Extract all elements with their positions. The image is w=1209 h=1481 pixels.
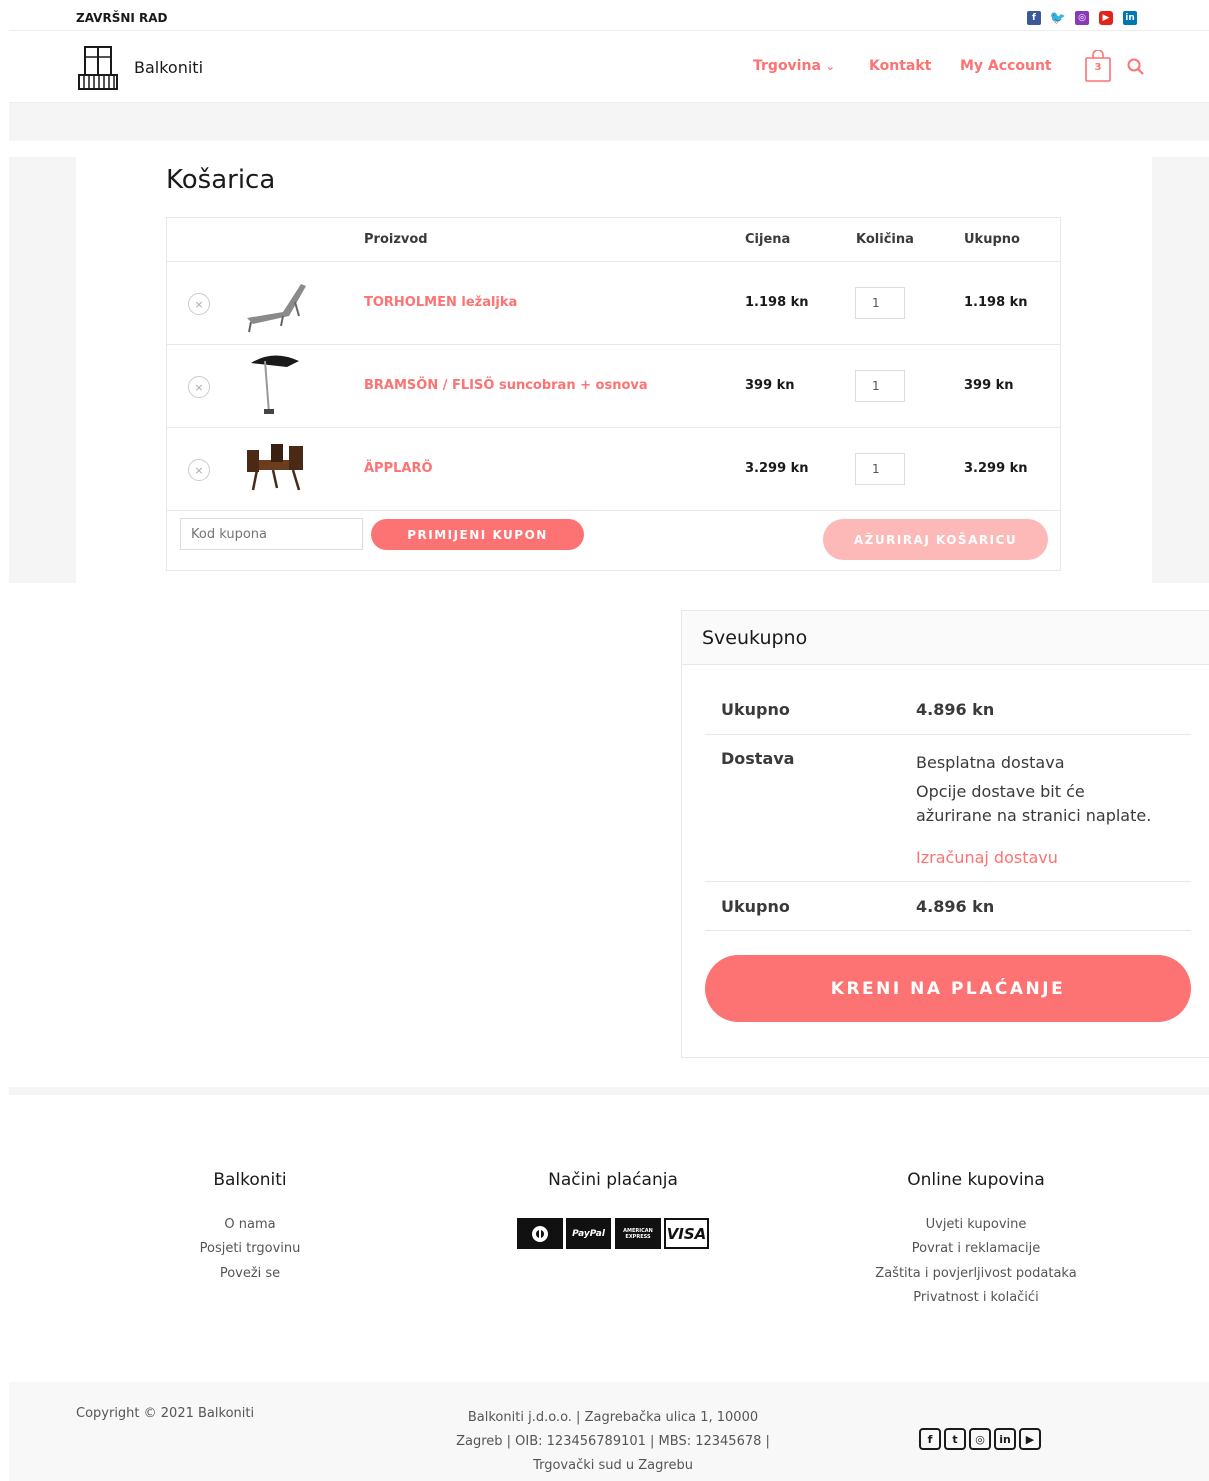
column-header-price: Cijena: [745, 232, 791, 247]
order-total-label: Ukupno: [721, 897, 790, 916]
cart-table: Proizvod Cijena Količina Ukupno × TORHOL…: [166, 217, 1061, 571]
nav-trgovina[interactable]: Trgovina ⌄: [753, 58, 835, 74]
coupon-code-input[interactable]: [180, 518, 363, 550]
side-gutter-right: [1152, 157, 1209, 583]
product-link[interactable]: BRAMSÖN / FLISÖ suncobran + osnova: [364, 378, 648, 393]
youtube-icon[interactable]: ▶: [1099, 11, 1113, 25]
product-image-dining-set[interactable]: [243, 442, 309, 494]
remove-item-button[interactable]: ×: [188, 293, 210, 315]
calculate-shipping-link[interactable]: Izračunaj dostavu: [916, 848, 1058, 867]
footer-link-about[interactable]: O nama: [150, 1217, 350, 1232]
cart-count: 3: [1094, 62, 1102, 73]
page-banner: [9, 103, 1209, 141]
item-total: 1.198 kn: [964, 295, 1028, 310]
quantity-input[interactable]: 1: [855, 370, 905, 402]
column-header-total: Ukupno: [964, 232, 1020, 247]
balcony-logo-icon[interactable]: [77, 45, 119, 91]
footer-col-title: Načini plaćanja: [548, 1170, 678, 1190]
update-cart-button[interactable]: AŽURIRAJ KOŠARICU: [823, 519, 1048, 560]
company-info: Balkoniti j.d.o.o. | Zagrebačka ulica 1,…: [429, 1406, 797, 1478]
remove-item-button[interactable]: ×: [188, 459, 210, 481]
page-title: Košarica: [166, 165, 276, 195]
instagram-icon[interactable]: ◎: [1075, 11, 1089, 25]
linkedin-icon[interactable]: in: [1123, 11, 1137, 25]
item-price: 399 kn: [745, 378, 795, 393]
shipping-note: ažurirane na stranici naplate.: [916, 806, 1152, 825]
quantity-input[interactable]: 1: [855, 453, 905, 485]
company-info-line: Trgovački sud u Zagrebu: [533, 1458, 693, 1473]
table-row: × ÄPPLARÖ 3.299 kn 1 3.299 kn: [167, 428, 1060, 511]
nav-my-account[interactable]: My Account: [960, 58, 1052, 74]
footer-divider: [9, 1087, 1209, 1095]
search-icon[interactable]: [1127, 58, 1145, 76]
item-price: 1.198 kn: [745, 295, 809, 310]
cart-totals-header: Sveukupno: [682, 611, 1209, 665]
footer-link-connect[interactable]: Poveži se: [150, 1266, 350, 1281]
nav-kontakt[interactable]: Kontakt: [869, 58, 931, 74]
visa-icon: VISA: [664, 1218, 709, 1249]
subtotal-value: 4.896 kn: [916, 700, 995, 719]
table-row: × TORHOLMEN ležaljka 1.198 kn 1 1.198 kn: [167, 262, 1060, 345]
footer-link-terms[interactable]: Uvjeti kupovine: [846, 1217, 1106, 1232]
youtube-icon[interactable]: ▶: [1019, 1428, 1041, 1450]
apply-coupon-button[interactable]: PRIMIJENI KUPON: [371, 519, 584, 550]
copyright: Copyright © 2021 Balkoniti: [76, 1406, 255, 1421]
shipping-label: Dostava: [721, 749, 795, 768]
product-link[interactable]: TORHOLMEN ležaljka: [364, 295, 517, 310]
divider: [705, 930, 1191, 931]
footer-link-data-protection[interactable]: Zaštita i povjerljivost podataka: [846, 1266, 1106, 1281]
divider: [705, 881, 1191, 882]
top-bar: ZAVRŠNI RAD f 🐦 ◎ ▶ in: [9, 0, 1209, 31]
product-image-lounger[interactable]: [243, 272, 309, 334]
divider: [705, 734, 1191, 735]
cart-button[interactable]: 3: [1085, 49, 1111, 86]
quantity-input[interactable]: 1: [855, 287, 905, 319]
product-link[interactable]: ÄPPLARÖ: [364, 461, 433, 476]
item-total: 3.299 kn: [964, 461, 1028, 476]
subtotal-label: Ukupno: [721, 700, 790, 719]
footer-bottom-bar: Copyright © 2021 Balkoniti Balkoniti j.d…: [9, 1382, 1209, 1481]
checkout-button[interactable]: KRENI NA PLAĆANJE: [705, 955, 1191, 1022]
column-header-quantity: Količina: [856, 232, 914, 247]
twitter-icon[interactable]: 🐦: [1050, 11, 1066, 26]
cart-totals-title: Sveukupno: [702, 627, 808, 649]
twitter-icon[interactable]: t: [944, 1428, 966, 1450]
footer-link-shop[interactable]: Posjeti trgovinu: [150, 1241, 350, 1256]
paypal-icon: PayPal: [566, 1218, 611, 1249]
item-price: 3.299 kn: [745, 461, 809, 476]
amex-icon: AMERICAN EXPRESS: [615, 1218, 661, 1249]
table-row: × BRAMSÖN / FLISÖ suncobran + osnova 399…: [167, 345, 1060, 428]
site-header: Balkoniti Trgovina ⌄ Kontakt My Account …: [9, 32, 1209, 103]
nav-trgovina-label: Trgovina: [753, 58, 821, 74]
diners-club-icon: [517, 1218, 563, 1249]
facebook-icon[interactable]: f: [1027, 11, 1041, 25]
order-total-value: 4.896 kn: [916, 897, 995, 916]
remove-item-button[interactable]: ×: [188, 376, 210, 398]
footer-col-title: Online kupovina: [907, 1170, 1045, 1190]
brand-name[interactable]: Balkoniti: [134, 58, 203, 77]
linkedin-icon[interactable]: in: [994, 1428, 1016, 1450]
facebook-icon[interactable]: f: [919, 1428, 941, 1450]
item-total: 399 kn: [964, 378, 1014, 393]
top-social-links: f 🐦 ◎ ▶ in: [1027, 11, 1137, 26]
footer-social-links: f t ◎ in ▶: [919, 1428, 1041, 1450]
chevron-down-icon: ⌄: [825, 60, 835, 73]
product-image-parasol[interactable]: [243, 351, 309, 417]
footer-link-privacy[interactable]: Privatnost i kolačići: [846, 1290, 1106, 1305]
footer-link-returns[interactable]: Povrat i reklamacije: [846, 1241, 1106, 1256]
side-gutter-left: [9, 157, 76, 583]
column-header-product: Proizvod: [364, 232, 428, 247]
cart-totals: Sveukupno Ukupno 4.896 kn Dostava Bespla…: [681, 610, 1209, 1058]
instagram-icon[interactable]: ◎: [969, 1428, 991, 1450]
site-tagline: ZAVRŠNI RAD: [76, 11, 168, 25]
footer-col-title: Balkoniti: [213, 1170, 287, 1190]
cart-table-header: Proizvod Cijena Količina Ukupno: [167, 218, 1060, 262]
shipping-note: Opcije dostave bit će: [916, 782, 1085, 801]
shipping-method: Besplatna dostava: [916, 753, 1065, 772]
company-info-line: Zagreb | OIB: 123456789101 | MBS: 123456…: [456, 1434, 770, 1449]
company-info-line: Balkoniti j.d.o.o. | Zagrebačka ulica 1,…: [467, 1410, 759, 1425]
